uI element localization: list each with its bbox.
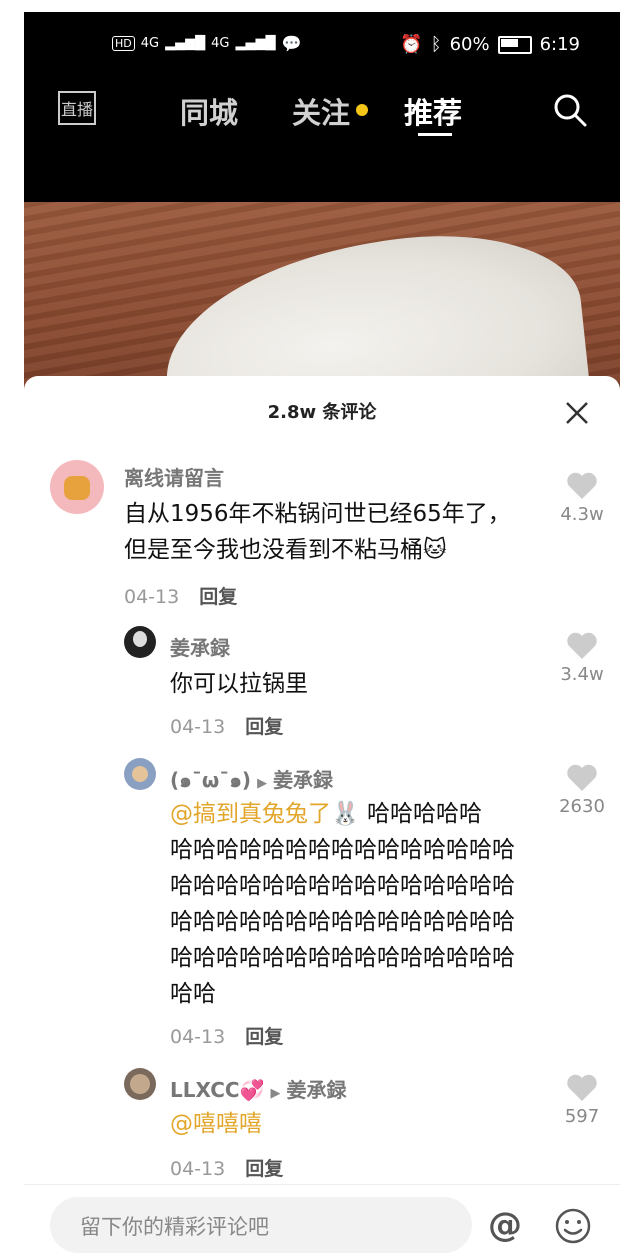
comment-username[interactable]: 姜承録 — [170, 632, 230, 661]
like-button[interactable]: 4.3w — [552, 472, 612, 525]
video-preview[interactable] — [24, 202, 620, 464]
comment-meta: 04-13 回复 — [170, 1154, 283, 1181]
battery-icon — [497, 35, 532, 54]
comment-date: 04-13 — [170, 1026, 226, 1048]
heart-icon — [567, 764, 597, 791]
emoji-icon[interactable] — [554, 1207, 592, 1245]
comment-date: 04-13 — [124, 586, 180, 608]
signal-icon: ▂▄▆█ — [165, 36, 206, 51]
active-tab-indicator — [418, 133, 452, 136]
comment-username[interactable]: (๑¯ω¯๑) ▶ 姜承録 — [170, 764, 333, 796]
comment-meta: 04-13 回复 — [170, 1022, 283, 1049]
live-tv-icon[interactable]: 直播 — [58, 88, 96, 128]
status-bar: HD 4G ▂▄▆█ 4G ▂▄▆█ 💬 ⏰ ᛒ 60% 6:19 — [24, 12, 620, 72]
rabbit-emoji-icon: 🐰 — [331, 801, 360, 827]
heart-emoji-icon: 💞 — [239, 1078, 265, 1102]
like-button[interactable]: 3.4w — [552, 632, 612, 685]
avatar[interactable] — [124, 1068, 156, 1100]
input-placeholder: 留下你的精彩评论吧 — [80, 1215, 269, 1239]
comment-text-line: 哈哈 — [170, 981, 216, 1007]
tab-recommend[interactable]: 推荐 — [404, 90, 462, 132]
hd-badge: HD — [112, 36, 135, 51]
username-text: (๑¯ω¯๑) — [170, 768, 252, 792]
reply-button[interactable]: 回复 — [199, 586, 237, 608]
comment-username[interactable]: LLXCC💞 ▶ 姜承録 — [170, 1074, 346, 1103]
signal-label-1: 4G — [140, 36, 160, 51]
comment-sheet: 2.8w 条评论 离线请留言 自从1956年不粘锅问世已经65年了， 但是至今我… — [24, 376, 620, 1258]
comment-username[interactable]: 离线请留言 — [124, 462, 224, 491]
reply-arrow-icon: ▶ — [257, 776, 268, 791]
comment-text-line: 自从1956年不粘锅问世已经65年了， — [124, 501, 511, 527]
reply-button[interactable]: 回复 — [245, 1158, 283, 1180]
comment-text-line: 哈哈哈哈哈哈哈哈哈哈哈哈哈哈哈 — [170, 873, 515, 899]
like-count: 3.4w — [560, 664, 604, 685]
comment-meta: 04-13 回复 — [124, 582, 237, 609]
alarm-icon: ⏰ — [400, 34, 423, 55]
close-icon[interactable] — [564, 400, 590, 426]
comment-date: 04-13 — [170, 716, 226, 738]
comment-text-line: 哈哈哈哈哈哈哈哈哈哈哈哈哈哈哈 — [170, 909, 515, 935]
reply-to-user[interactable]: 姜承録 — [286, 1078, 346, 1102]
heart-icon — [567, 472, 597, 499]
cat-emoji-icon: 🐱 — [423, 537, 447, 563]
comment-text-line: 但是至今我也没看到不粘马桶 — [124, 537, 423, 563]
search-icon[interactable] — [552, 92, 588, 128]
reply-to-user[interactable]: 姜承録 — [273, 768, 333, 792]
signal-label-2: 4G — [211, 36, 230, 51]
reply-button[interactable]: 回复 — [245, 1026, 283, 1048]
heart-icon — [567, 632, 597, 659]
reply-arrow-icon: ▶ — [270, 1086, 281, 1101]
comment-text-line: 哈哈哈哈哈哈哈哈哈哈哈哈哈哈哈 — [170, 945, 515, 971]
comment-date: 04-13 — [170, 1158, 226, 1180]
mention-link[interactable]: @嘻嘻嘻 — [170, 1111, 262, 1137]
like-count: 597 — [564, 1106, 600, 1127]
battery-percent: 60% — [449, 34, 490, 55]
comment-text-line: 哈哈哈哈哈 — [359, 801, 482, 827]
bluetooth-icon: ᛒ — [430, 34, 442, 55]
live-label: 直播 — [61, 100, 93, 119]
like-count: 4.3w — [560, 504, 604, 525]
at-mention-icon[interactable]: @ — [488, 1205, 522, 1245]
comment-text-line: 哈哈哈哈哈哈哈哈哈哈哈哈哈哈哈 — [170, 837, 515, 863]
tab-city[interactable]: 同城 — [180, 90, 238, 132]
signal-icon-2: ▂▄▆█ — [235, 36, 276, 51]
clock-time: 6:19 — [539, 34, 580, 55]
reply-button[interactable]: 回复 — [245, 716, 283, 738]
comment-input[interactable]: 留下你的精彩评论吧 — [50, 1197, 472, 1253]
comment-text: @搞到真兔兔了🐰 哈哈哈哈哈 哈哈哈哈哈哈哈哈哈哈哈哈哈哈哈 哈哈哈哈哈哈哈哈哈… — [170, 796, 550, 1012]
username-text: LLXCC — [170, 1078, 240, 1102]
comment-text: 你可以拉锅里 — [170, 671, 308, 697]
avatar[interactable] — [124, 758, 156, 790]
heart-icon — [567, 1074, 597, 1101]
comment-text: @嘻嘻嘻 — [170, 1106, 262, 1142]
comment-input-bar: 留下你的精彩评论吧 @ — [24, 1184, 620, 1258]
comment-meta: 04-13 回复 — [170, 712, 283, 739]
comment-count-title: 2.8w 条评论 — [267, 402, 377, 423]
comment-text: 自从1956年不粘锅问世已经65年了， 但是至今我也没看到不粘马桶🐱 — [124, 496, 511, 568]
new-content-dot — [356, 104, 368, 116]
mention-link[interactable]: @搞到真兔兔了 — [170, 801, 331, 827]
message-icon: 💬 — [281, 34, 302, 53]
avatar[interactable] — [50, 460, 104, 514]
avatar[interactable] — [124, 626, 156, 658]
tab-follow[interactable]: 关注 — [292, 90, 350, 132]
like-button[interactable]: 2630 — [552, 764, 612, 817]
like-count: 2630 — [559, 796, 605, 817]
like-button[interactable]: 597 — [552, 1074, 612, 1127]
